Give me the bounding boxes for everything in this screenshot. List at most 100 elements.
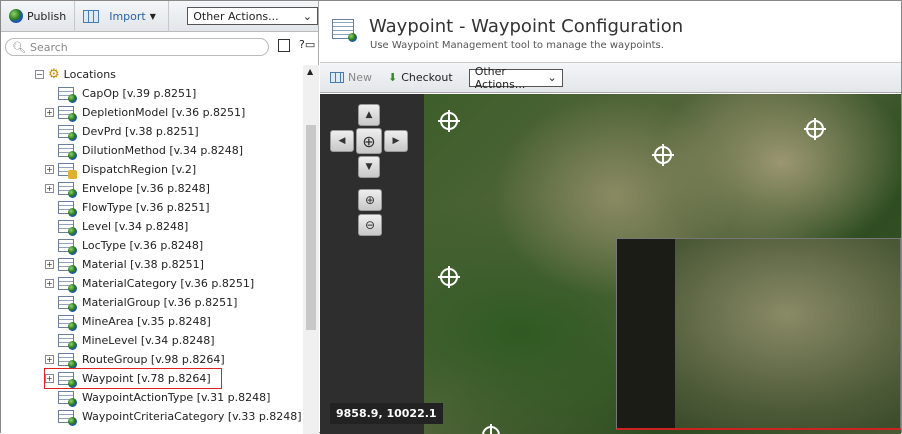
waypoint-marker[interactable] [804,118,826,140]
table-globe-icon [58,87,77,103]
expand-icon[interactable]: + [45,355,54,364]
checkout-icon: ⬇ [388,71,398,84]
tree-item[interactable]: LocType [v.36 p.8248] [45,236,203,255]
table-globe-icon [58,296,77,312]
table-globe-icon [58,277,77,293]
zoom-out-button[interactable]: ⊖ [358,214,382,236]
tree-item-label: DilutionMethod [v.34 p.8248] [82,144,244,157]
table-globe-icon [58,239,77,255]
collapse-all-icon[interactable] [278,39,290,52]
pan-left-button[interactable]: ◀ [330,130,354,152]
new-button[interactable]: New [330,71,372,84]
tree-item[interactable]: DilutionMethod [v.34 p.8248] [45,141,243,160]
table-globe-icon [58,144,77,160]
expand-icon[interactable]: + [45,165,54,174]
search-input[interactable]: 🔍︎ Search [5,38,269,56]
center-crosshair-button[interactable]: ⊕ [356,128,382,154]
tree-item-label: Level [v.34 p.8248] [82,220,189,233]
import-label: Import [109,9,146,23]
tree-item[interactable]: MineArea [v.35 p.8248] [45,312,211,331]
tree-root-locations[interactable]: − ⚙ Locations [35,65,116,84]
waypoint-marker[interactable] [438,266,460,288]
main-panel: Waypoint - Waypoint Configuration Use Wa… [320,1,901,434]
tree-item-label: DepletionModel [v.36 p.8251] [82,106,246,119]
pan-down-button[interactable]: ▼ [358,156,380,178]
tree-item[interactable]: + Material [v.38 p.8251] [45,255,204,274]
tree-scrollbar[interactable]: ▲ [303,65,319,434]
tree-item[interactable]: MineLevel [v.34 p.8248] [45,331,215,350]
tree-item[interactable]: WaypointCriteriaCategory [v.33 p.8248] [45,407,302,426]
tree-item-label: MaterialCategory [v.36 p.8251] [82,277,255,290]
page-subtitle: Use Waypoint Management tool to manage t… [370,40,664,51]
waypoint-marker[interactable] [438,110,460,132]
expand-icon[interactable]: + [45,260,54,269]
chevron-down-icon: ⌄ [547,71,557,84]
checkout-label: Checkout [401,71,453,84]
tree-item-label: DevPrd [v.38 p.8251] [82,125,199,138]
pan-up-button[interactable]: ▲ [358,104,380,126]
import-button[interactable]: Import ▼ [75,0,170,32]
tree-item[interactable]: + Waypoint [v.78 p.8264] [44,368,222,389]
table-globe-icon [58,372,77,388]
tree-item[interactable]: DevPrd [v.38 p.8251] [45,122,199,141]
tree-item-label: MaterialGroup [v.36 p.8251] [82,296,238,309]
tree-item-label: Material [v.38 p.8251] [82,258,204,271]
search-placeholder: Search [29,40,68,54]
tree-item[interactable]: + MaterialCategory [v.36 p.8251] [45,274,254,293]
other-actions-select[interactable]: Other Actions... ⌄ [187,7,318,25]
map-view[interactable]: ▲ ◀ ⊕ ▶ ▼ ⊕ ⊖ 9858.9, 10022.1 [320,94,901,434]
tree-item[interactable]: + DepletionModel [v.36 p.8251] [45,103,245,122]
tree-item[interactable]: WaypointActionType [v.31 p.8248] [45,388,270,407]
new-icon [330,72,344,83]
table-globe-icon [58,201,77,217]
imagery-overlay [616,238,901,430]
scroll-up-icon[interactable]: ▲ [307,67,313,76]
tree-item-label: WaypointActionType [v.31 p.8248] [82,391,271,404]
chevron-down-icon: ⌄ [302,9,312,23]
main-other-actions-select[interactable]: Other Actions... ⌄ [468,65,563,91]
table-globe-icon [58,334,77,350]
waypoint-marker[interactable] [652,144,674,166]
new-label: New [348,71,372,84]
locked-table-icon [58,163,77,179]
table-globe-icon [58,220,77,236]
tree-item[interactable]: Level [v.34 p.8248] [45,217,188,236]
main-toolbar: New ⬇ Checkout Other Actions... ⌄ [320,63,901,93]
page-title: Waypoint - Waypoint Configuration [369,16,684,37]
publish-label: Publish [27,9,67,23]
tree-item-label: MineArea [v.35 p.8248] [82,315,211,328]
expand-icon[interactable]: + [45,279,54,288]
checkout-button[interactable]: ⬇ Checkout [388,71,453,84]
scrollbar-thumb[interactable] [306,125,316,330]
dropdown-arrow-icon: ▼ [149,11,156,21]
globe-icon [9,9,23,23]
publish-button[interactable]: Publish [1,0,76,32]
pan-right-button[interactable]: ▶ [384,130,408,152]
help-icon[interactable]: ?▭ [299,38,315,51]
tree-item[interactable]: + RouteGroup [v.98 p.8264] [45,350,225,369]
tree-item-label: CapOp [v.39 p.8251] [82,87,197,100]
tree-item[interactable]: FlowType [v.36 p.8251] [45,198,210,217]
collapse-icon[interactable]: − [35,70,44,79]
tree-item[interactable]: CapOp [v.39 p.8251] [45,84,196,103]
expand-icon[interactable]: + [45,184,54,193]
tree-item[interactable]: + Envelope [v.36 p.8248] [45,179,210,198]
table-globe-icon [58,391,77,407]
tree-item[interactable]: + DispatchRegion [v.2] [45,160,196,179]
zoom-in-button[interactable]: ⊕ [358,189,382,211]
expand-icon[interactable]: + [45,108,54,117]
tree-item-label: RouteGroup [v.98 p.8264] [82,353,225,366]
tree-item-label: FlowType [v.36 p.8251] [82,201,210,214]
coordinate-readout: 9858.9, 10022.1 [330,403,443,424]
tree-item-label: WaypointCriteriaCategory [v.33 p.8248] [82,410,302,423]
table-globe-icon [58,106,77,122]
table-globe-icon [58,125,77,141]
table-globe-icon [58,315,77,331]
main-other-actions-value: Other Actions... [474,64,526,91]
page-header: Waypoint - Waypoint Configuration Use Wa… [320,1,901,63]
tree-item[interactable]: MaterialGroup [v.36 p.8251] [45,293,237,312]
tree-item-label: MineLevel [v.34 p.8248] [82,334,215,347]
other-actions-value: Other Actions... [193,9,279,23]
expand-icon[interactable]: + [45,374,54,383]
left-toolbar: Publish Import ▼ Other Actions... ⌄ [1,0,318,32]
